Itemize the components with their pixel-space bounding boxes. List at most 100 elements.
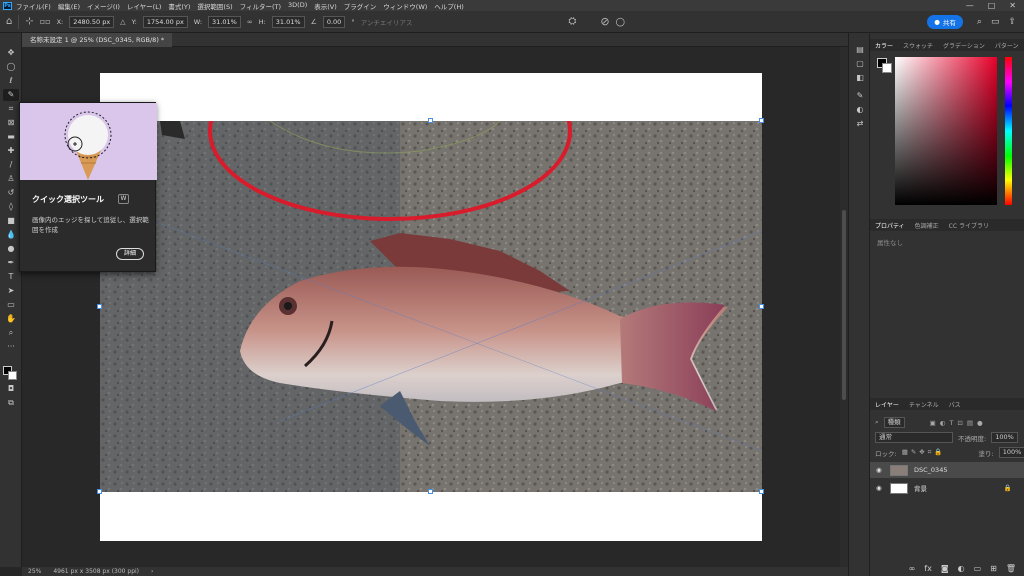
height-field[interactable]: 31.01% (271, 15, 305, 28)
new-layer-icon[interactable]: ⊞ (990, 564, 997, 573)
eye-icon[interactable]: ◉ (876, 466, 884, 474)
screen-mode-icon[interactable]: ⧉ (3, 397, 19, 409)
share-export-icon[interactable]: ⇪ (1008, 17, 1016, 27)
lasso-tool-icon[interactable]: ℓ (3, 75, 19, 87)
history-icon[interactable]: ▤ (854, 45, 866, 55)
share-button[interactable]: ● 共有 (927, 14, 963, 29)
reference-point-icon[interactable]: ⊹ (25, 16, 33, 27)
eyedropper-tool-icon[interactable]: ▬ (3, 131, 19, 143)
filter-icons[interactable]: ▣◐T⊡▤● (930, 419, 987, 427)
lock-icons[interactable]: ▦✎✥⌗🔒 (902, 448, 946, 457)
adjustment-layer-icon[interactable]: ◐ (958, 564, 965, 573)
tab-cc-libraries[interactable]: CC ライブラリ (949, 221, 989, 230)
x-position-field[interactable]: 2480.50 px (69, 15, 115, 28)
color-panel-background[interactable] (882, 63, 892, 73)
vertical-scroll-thumb[interactable] (842, 210, 846, 400)
tab-swatches[interactable]: スウォッチ (903, 41, 933, 50)
menu-help[interactable]: ヘルプ(H) (434, 1, 463, 11)
menu-filter[interactable]: フィルター(T) (240, 1, 281, 11)
menu-plugins[interactable]: プラグイン (344, 1, 377, 11)
hue-slider[interactable] (1005, 57, 1012, 205)
pen-tool-icon[interactable]: ✒ (3, 257, 19, 269)
y-position-field[interactable]: 1754.00 px (142, 15, 188, 28)
blur-tool-icon[interactable]: 💧 (3, 229, 19, 241)
link-xy-icon[interactable]: △ (120, 18, 125, 26)
menu-view[interactable]: 表示(V) (314, 1, 337, 11)
close-button[interactable]: ✕ (1009, 1, 1016, 10)
warp-mode-icon[interactable]: ⛭ (568, 16, 576, 27)
gradient-tool-icon[interactable]: ■ (3, 215, 19, 227)
link-layers-icon[interactable]: ∞ (909, 564, 916, 573)
transform-handle[interactable] (759, 118, 764, 123)
home-icon[interactable]: ⌂ (6, 16, 12, 27)
type-tool-icon[interactable]: T (3, 271, 19, 283)
brush-tool-icon[interactable]: / (3, 159, 19, 171)
tab-adjustments[interactable]: 色調補正 (915, 221, 939, 230)
transform-handle[interactable] (428, 489, 433, 494)
menu-file[interactable]: ファイル(F) (16, 1, 51, 11)
history-brush-tool-icon[interactable]: ↺ (3, 187, 19, 199)
libraries-icon[interactable]: ⇄ (854, 119, 866, 129)
selection-mode-icon[interactable]: ▫▫ (40, 17, 51, 26)
comments-icon[interactable]: ▢ (854, 59, 866, 69)
menu-edit[interactable]: 編集(E) (58, 1, 80, 11)
zoom-tool-icon[interactable]: ⌕ (3, 327, 19, 339)
eye-icon[interactable]: ◉ (876, 484, 884, 492)
transform-handle[interactable] (759, 489, 764, 494)
fill-field[interactable]: 100% (998, 447, 1024, 458)
dodge-tool-icon[interactable]: ● (3, 243, 19, 255)
menu-type[interactable]: 書式(Y) (168, 1, 190, 11)
menu-layer[interactable]: レイヤー(L) (127, 1, 162, 11)
move-tool-icon[interactable]: ✥ (3, 47, 19, 59)
tab-patterns[interactable]: パターン (995, 41, 1019, 50)
workspace-icon[interactable]: ▭ (991, 17, 1000, 27)
search-icon[interactable]: ⌕ (977, 17, 982, 27)
menu-window[interactable]: ウィンドウ(W) (383, 1, 427, 11)
maximize-button[interactable]: □ (988, 1, 996, 10)
layer-style-icon[interactable]: fx (924, 564, 932, 573)
transform-handle[interactable] (97, 304, 102, 309)
commit-transform-icon[interactable]: ○ (616, 15, 626, 28)
link-wh-icon[interactable]: ∞ (247, 18, 253, 26)
tab-layers[interactable]: レイヤー (875, 400, 899, 409)
quick-mask-icon[interactable]: ◘ (3, 383, 19, 395)
tab-properties[interactable]: プロパティ (875, 221, 905, 230)
new-group-icon[interactable]: ▭ (974, 564, 982, 573)
zoom-level[interactable]: 25% (28, 568, 41, 575)
background-color-swatch[interactable] (8, 371, 17, 380)
tab-gradients[interactable]: グラデーション (943, 41, 985, 50)
frame-tool-icon[interactable]: ⊠ (3, 117, 19, 129)
menu-3d[interactable]: 3D(D) (288, 1, 307, 11)
eraser-tool-icon[interactable]: ◊ (3, 201, 19, 213)
more-tools-icon[interactable]: ··· (3, 341, 19, 353)
marquee-tool-icon[interactable]: ◯ (3, 61, 19, 73)
path-selection-tool-icon[interactable]: ➤ (3, 285, 19, 297)
document-tab[interactable]: 名称未設定 1 @ 25% (DSC_0345, RGB/8) * (22, 33, 173, 47)
layer-row[interactable]: ◉ 背景 🔒 (870, 480, 1024, 496)
transform-handle[interactable] (428, 118, 433, 123)
rectangle-tool-icon[interactable]: ▭ (3, 299, 19, 311)
menu-image[interactable]: イメージ(I) (87, 1, 120, 11)
layer-kind-filter[interactable]: 種類 (883, 417, 905, 428)
layer-row[interactable]: ◉ DSC_0345 (870, 462, 1024, 478)
menu-select[interactable]: 選択範囲(S) (197, 1, 232, 11)
transform-handle[interactable] (97, 489, 102, 494)
status-menu-arrow[interactable]: › (151, 568, 153, 575)
angle-field[interactable]: 0.00 (322, 15, 346, 28)
add-mask-icon[interactable]: ◙ (941, 564, 949, 573)
tab-channels[interactable]: チャンネル (909, 400, 939, 409)
width-field[interactable]: 31.01% (208, 15, 241, 28)
learn-more-button[interactable]: 詳細 (116, 248, 144, 260)
healing-brush-tool-icon[interactable]: ✚ (3, 145, 19, 157)
opacity-field[interactable]: 100% (991, 432, 1018, 443)
brush-settings-icon[interactable]: ✎ (854, 91, 866, 101)
delete-layer-icon[interactable]: 🗑 (1006, 564, 1016, 573)
tab-color[interactable]: カラー (875, 41, 893, 50)
blend-mode-select[interactable]: 通常 (875, 432, 953, 443)
fish-photo-layer[interactable] (100, 121, 762, 492)
adjustments-icon[interactable]: ◐ (854, 105, 866, 115)
antialias-checkbox[interactable]: アンチエイリアス (361, 17, 413, 27)
color-picker-field[interactable] (895, 57, 997, 205)
hand-tool-icon[interactable]: ✋ (3, 313, 19, 325)
tab-paths[interactable]: パス (949, 400, 961, 409)
